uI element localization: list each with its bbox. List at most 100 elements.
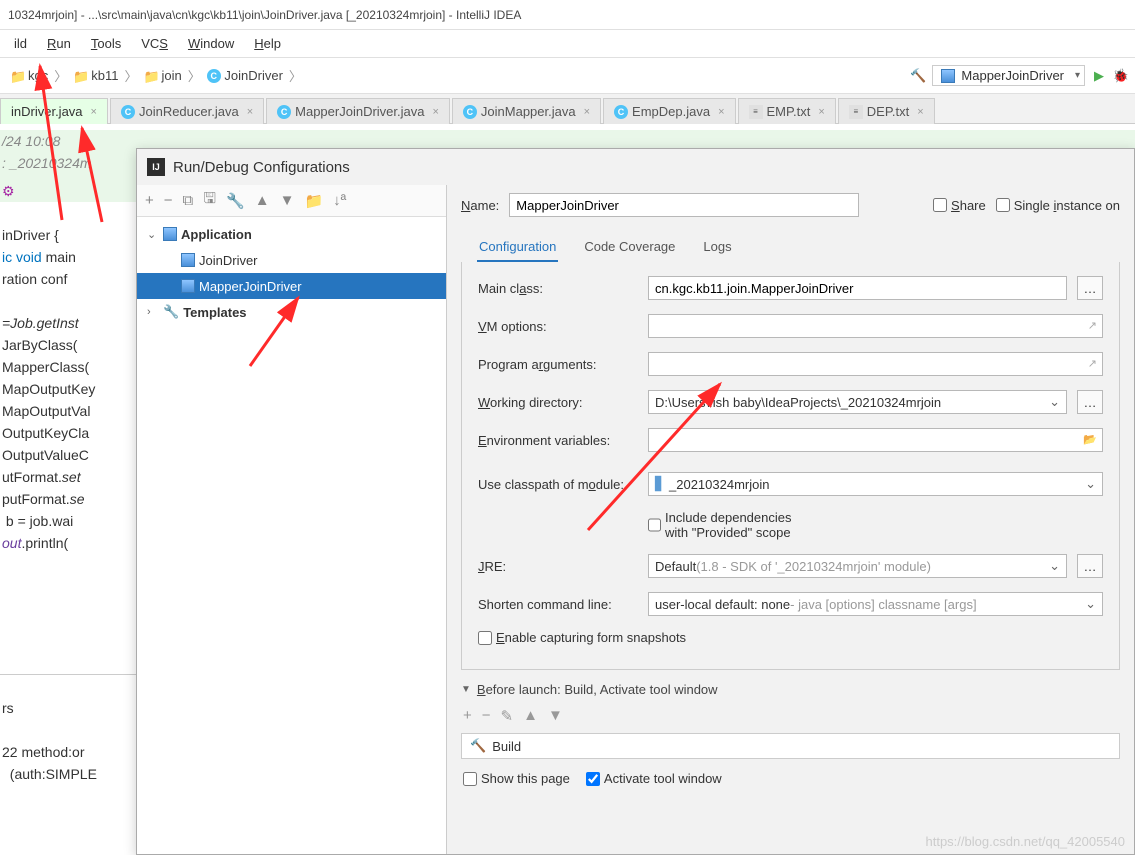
- close-icon[interactable]: ×: [432, 106, 438, 118]
- tab-joinmapper[interactable]: CJoinMapper.java×: [452, 98, 601, 124]
- provided-scope-checkbox[interactable]: Include dependencies with "Provided" sco…: [648, 510, 808, 540]
- breadcrumb-kb11[interactable]: 📁kb11: [69, 66, 122, 85]
- tree-joindriver[interactable]: JoinDriver: [137, 247, 446, 273]
- breadcrumb-class[interactable]: C JoinDriver: [203, 66, 287, 85]
- config-toolbar: + − ⧉ 🖫 🔧 ▲ ▼ 📁 ↓ª: [137, 185, 446, 217]
- vm-options-input[interactable]: [648, 314, 1103, 338]
- before-launch-toolbar: + − ✎ ▲ ▼: [461, 703, 1120, 729]
- share-checkbox[interactable]: Share: [933, 198, 986, 213]
- debug-icon[interactable]: 🐞: [1113, 68, 1129, 84]
- chevron-down-icon: ⌄: [147, 228, 159, 241]
- browse-button[interactable]: …: [1077, 390, 1103, 414]
- run-config-selector[interactable]: MapperJoinDriver: [932, 65, 1085, 86]
- menu-tools[interactable]: Tools: [81, 33, 131, 54]
- tree-label: Templates: [183, 305, 246, 320]
- config-inner-tabs: Configuration Code Coverage Logs: [461, 227, 1120, 262]
- watermark: https://blog.csdn.net/qq_42005540: [926, 834, 1126, 849]
- up-icon[interactable]: ▲: [523, 707, 538, 725]
- expand-icon[interactable]: ↗: [1088, 357, 1097, 370]
- jre-select[interactable]: Default (1.8 - SDK of '_20210324mrjoin' …: [648, 554, 1067, 578]
- navigation-bar: 📁kgc 〉 📁kb11 〉 📁join 〉 C JoinDriver 〉 🔨 …: [0, 58, 1135, 94]
- remove-icon[interactable]: −: [164, 192, 173, 209]
- tab-mapperjoindriver[interactable]: CMapperJoinDriver.java×: [266, 98, 450, 124]
- tab-configuration[interactable]: Configuration: [477, 233, 558, 262]
- menubar: ild RRunun Tools VCS Window Help: [0, 30, 1135, 58]
- browse-button[interactable]: …: [1077, 276, 1103, 300]
- class-icon: C: [277, 105, 291, 119]
- text-file-icon: ≡: [849, 105, 863, 119]
- menu-run[interactable]: RRunun: [37, 33, 81, 54]
- tab-emptxt[interactable]: ≡EMP.txt×: [738, 98, 836, 124]
- down-icon[interactable]: ▼: [280, 192, 295, 209]
- breadcrumb-join[interactable]: 📁join: [140, 66, 186, 85]
- add-icon[interactable]: +: [145, 192, 154, 209]
- working-dir-input[interactable]: D:\Users\fish baby\IdeaProjects\_2021032…: [648, 390, 1067, 414]
- application-icon: [181, 279, 195, 293]
- vm-options-label: VM options:: [478, 319, 638, 334]
- program-args-input[interactable]: [648, 352, 1103, 376]
- tab-empdep[interactable]: CEmpDep.java×: [603, 98, 735, 124]
- module-label: Use classpath of module:: [478, 477, 638, 492]
- menu-help[interactable]: Help: [244, 33, 291, 54]
- close-icon[interactable]: ×: [818, 106, 824, 118]
- folder-icon[interactable]: 📂: [1083, 433, 1097, 446]
- build-icon[interactable]: 🔨: [910, 68, 926, 84]
- save-icon[interactable]: 🖫: [203, 188, 216, 213]
- sort-icon[interactable]: ↓ª: [333, 192, 346, 209]
- main-class-label: Main class:: [478, 281, 638, 296]
- single-instance-checkbox[interactable]: Single instance on: [996, 198, 1120, 213]
- run-icon[interactable]: ▶: [1091, 68, 1107, 84]
- expand-icon[interactable]: ↗: [1088, 319, 1097, 332]
- show-this-page-checkbox[interactable]: Show this page: [463, 771, 570, 786]
- menu-window[interactable]: Window: [178, 33, 244, 54]
- class-icon: C: [614, 105, 628, 119]
- tab-deptxt[interactable]: ≡DEP.txt×: [838, 98, 935, 124]
- module-select[interactable]: ▋_20210324mrjoin: [648, 472, 1103, 496]
- tree-application[interactable]: ⌄ Application: [137, 221, 446, 247]
- close-icon[interactable]: ×: [718, 106, 724, 118]
- folder-icon[interactable]: 📁: [304, 192, 323, 210]
- copy-icon[interactable]: ⧉: [183, 192, 194, 209]
- name-input[interactable]: [509, 193, 859, 217]
- main-class-input[interactable]: [648, 276, 1067, 300]
- module-icon: ▋: [655, 476, 665, 492]
- title-text: 10324mrjoin] - ...\src\main\java\cn\kgc\…: [8, 8, 521, 22]
- menu-vcs[interactable]: VCS: [131, 33, 178, 54]
- close-icon[interactable]: ×: [91, 106, 97, 118]
- menu-build[interactable]: ild: [4, 33, 37, 54]
- wrench-icon[interactable]: 🔧: [226, 192, 245, 210]
- intellij-icon: IJ: [147, 158, 165, 176]
- class-icon: C: [463, 105, 477, 119]
- edit-icon[interactable]: ✎: [501, 707, 514, 725]
- close-icon[interactable]: ×: [584, 106, 590, 118]
- tree-templates[interactable]: › 🔧 Templates: [137, 299, 446, 325]
- close-icon[interactable]: ×: [247, 106, 253, 118]
- browse-button[interactable]: …: [1077, 554, 1103, 578]
- activate-tool-window-checkbox[interactable]: Activate tool window: [586, 771, 722, 786]
- tab-joindriver[interactable]: inDriver.java×: [0, 98, 108, 124]
- tab-logs[interactable]: Logs: [701, 233, 733, 262]
- build-task[interactable]: 🔨 Build: [461, 733, 1120, 759]
- add-icon[interactable]: +: [463, 707, 472, 725]
- up-icon[interactable]: ▲: [255, 192, 270, 209]
- run-debug-configurations-dialog: IJ Run/Debug Configurations + − ⧉ 🖫 🔧 ▲ …: [136, 148, 1135, 855]
- class-icon: C: [121, 105, 135, 119]
- shorten-select[interactable]: user-local default: none - java [options…: [648, 592, 1103, 616]
- down-icon[interactable]: ▼: [548, 707, 563, 725]
- tree-mapperjoindriver[interactable]: MapperJoinDriver: [137, 273, 446, 299]
- breadcrumb-kgc[interactable]: 📁kgc: [6, 66, 52, 85]
- tab-code-coverage[interactable]: Code Coverage: [582, 233, 677, 262]
- text-file-icon: ≡: [749, 105, 763, 119]
- close-icon[interactable]: ×: [917, 106, 923, 118]
- build-label: Build: [492, 739, 521, 754]
- config-tree[interactable]: ⌄ Application JoinDriver MapperJoinDrive…: [137, 217, 446, 854]
- chevron-right-icon: 〉: [122, 66, 139, 85]
- build-icon: 🔨: [470, 738, 486, 754]
- window-title: 10324mrjoin] - ...\src\main\java\cn\kgc\…: [0, 0, 1135, 30]
- env-vars-input[interactable]: [648, 428, 1103, 452]
- tab-joinreducer[interactable]: CJoinReducer.java×: [110, 98, 264, 124]
- shorten-label: Shorten command line:: [478, 597, 638, 612]
- snapshots-checkbox[interactable]: Enable capturing form snapshots: [478, 630, 686, 645]
- remove-icon[interactable]: −: [482, 707, 491, 725]
- before-launch-header[interactable]: ▼ Before launch: Build, Activate tool wi…: [461, 682, 1120, 697]
